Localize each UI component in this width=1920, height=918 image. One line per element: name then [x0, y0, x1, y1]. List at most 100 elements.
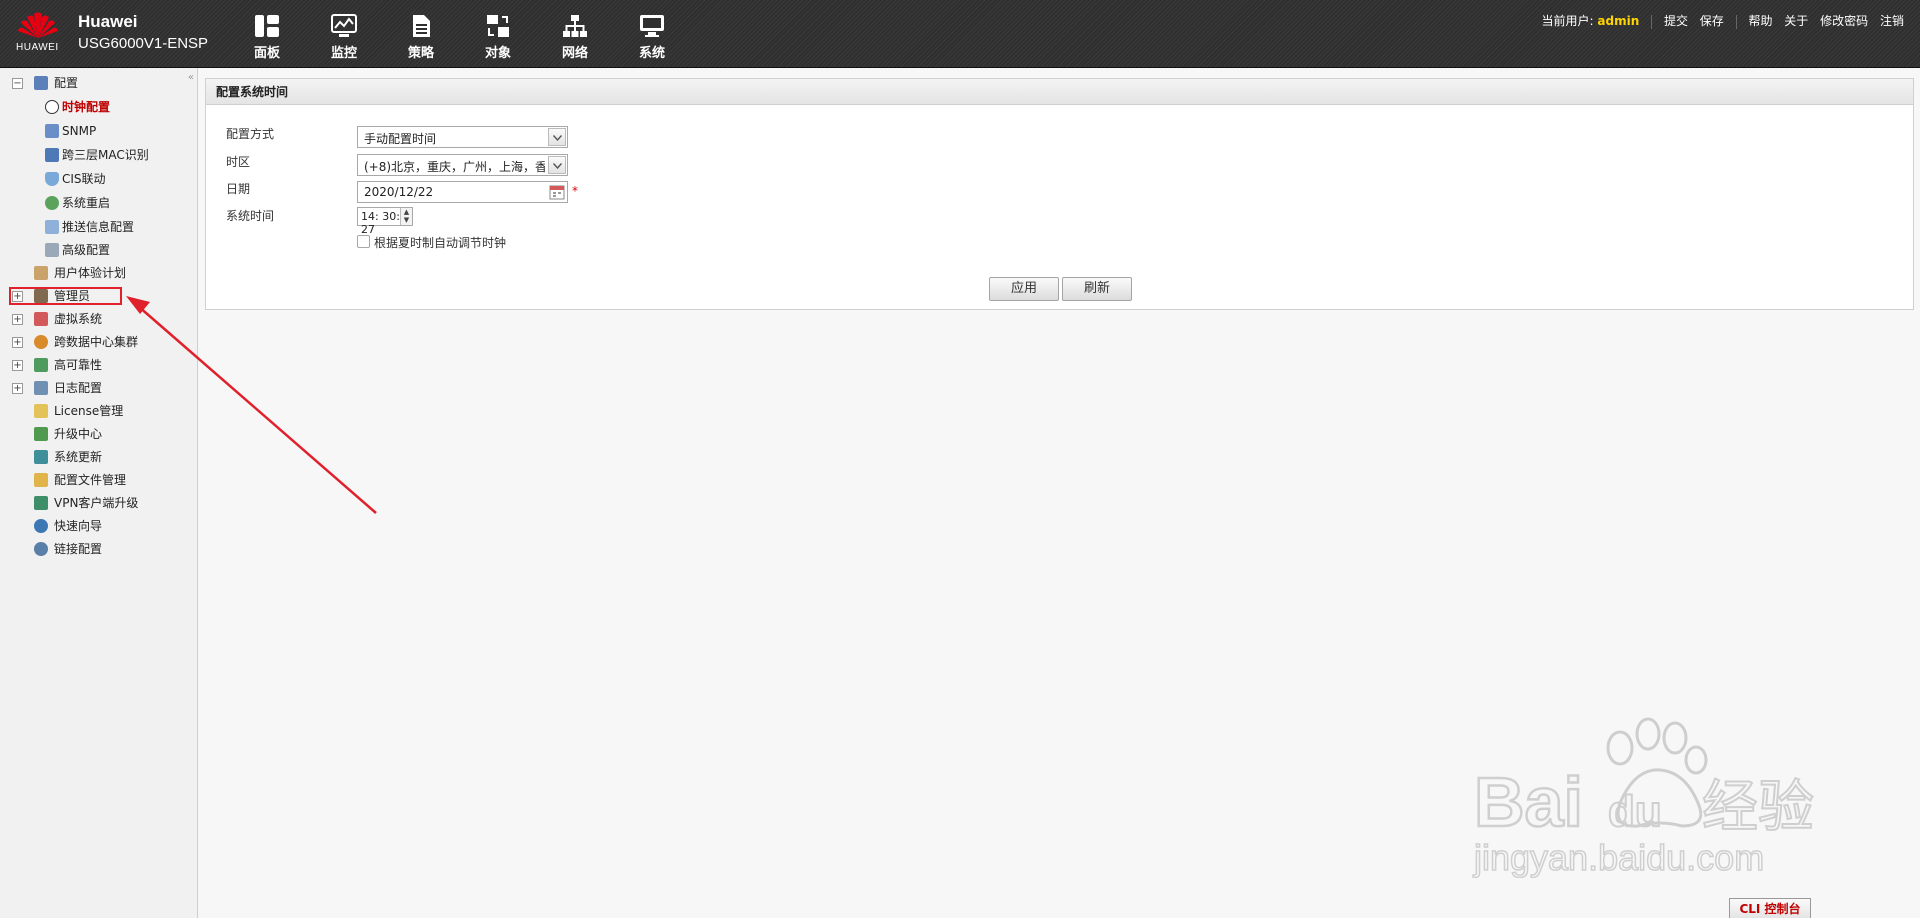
help-link[interactable]: 帮助 [1748, 14, 1772, 28]
system-time-panel: 配置系统时间 配置方式 手动配置时间 时区 (+8)北京，重庆，广州，上海，香港… [205, 78, 1914, 310]
spin-up-icon[interactable]: ▲ [401, 208, 412, 216]
tree-item-clock-config[interactable]: 时钟配置 [0, 97, 198, 117]
required-indicator: * [572, 184, 578, 198]
expand-toggle-icon[interactable]: + [12, 314, 23, 325]
tree-item-cis[interactable]: CIS联动 [0, 169, 198, 189]
dst-auto-adjust-checkbox[interactable] [357, 235, 370, 248]
tree-item-config[interactable]: − 配置 [0, 73, 198, 93]
tree-item-label: 日志配置 [54, 381, 103, 395]
tree-item-system-update[interactable]: 系统更新 [0, 447, 198, 467]
expand-toggle-icon[interactable]: + [12, 337, 23, 348]
dashboard-icon [255, 15, 279, 37]
spin-down-icon[interactable]: ▼ [401, 216, 412, 224]
tree-item-label: 升级中心 [54, 427, 103, 441]
license-icon [34, 404, 48, 418]
tree-item-label: VPN客户端升级 [54, 496, 139, 510]
tree-item-push-message[interactable]: 推送信息配置 [0, 217, 198, 237]
nav-network[interactable]: 网络 [545, 14, 605, 61]
tree-item-virtual-system[interactable]: + 虚拟系统 [0, 309, 198, 329]
tree-item-link-config[interactable]: 链接配置 [0, 539, 198, 559]
advanced-config-icon [45, 243, 59, 257]
tree-item-label: 配置 [54, 76, 79, 90]
tree-item-restart[interactable]: 系统重启 [0, 193, 198, 213]
tree-item-cluster[interactable]: + 跨数据中心集群 [0, 332, 198, 352]
mac-identify-icon [45, 148, 59, 162]
tree-item-label: 时钟配置 [62, 100, 111, 114]
tree-item-config-file[interactable]: 配置文件管理 [0, 470, 198, 490]
nav-policy[interactable]: 策略 [391, 14, 451, 61]
nav-label: 监控 [330, 46, 357, 61]
tree-item-upgrade-center[interactable]: 升级中心 [0, 424, 198, 444]
object-icon [487, 15, 509, 37]
chevron-down-icon[interactable] [548, 128, 566, 146]
annotation-highlight-box [9, 287, 122, 305]
tree-item-log-config[interactable]: + 日志配置 [0, 378, 198, 398]
calendar-icon[interactable] [548, 183, 566, 201]
tree-item-high-availability[interactable]: + 高可靠性 [0, 355, 198, 375]
nav-label: 面板 [253, 46, 280, 61]
nav-dashboard[interactable]: 面板 [237, 14, 297, 61]
date-input[interactable]: 2020/12/22 [357, 181, 568, 203]
chevron-down-icon[interactable] [548, 156, 566, 174]
high-availability-icon [34, 358, 48, 372]
timezone-value: (+8)北京，重庆，广州，上海，香港 [364, 160, 545, 174]
tree-item-vpn-client[interactable]: VPN客户端升级 [0, 493, 198, 513]
vpn-client-icon [34, 496, 48, 510]
tree-item-label: 系统重启 [62, 196, 111, 210]
current-user-label: 当前用户: [1541, 14, 1594, 28]
network-topology-icon [563, 15, 587, 37]
logout-link[interactable]: 注销 [1880, 14, 1904, 28]
system-time-input[interactable]: 14: 30: 27 ▲ ▼ [357, 207, 413, 236]
upgrade-center-icon [34, 427, 48, 441]
tree-item-label: 系统更新 [54, 450, 103, 464]
expand-toggle-icon[interactable]: + [12, 360, 23, 371]
tree-item-label: License管理 [54, 404, 124, 418]
about-link[interactable]: 关于 [1784, 14, 1808, 28]
tree-item-user-experience[interactable]: 用户体验计划 [0, 263, 198, 283]
policy-document-icon [413, 15, 430, 37]
toolbar-divider [1651, 14, 1653, 29]
collapse-toggle-icon[interactable]: − [12, 78, 23, 89]
tree-item-label: CIS联动 [62, 172, 106, 186]
snmp-icon [45, 124, 59, 138]
change-password-link[interactable]: 修改密码 [1820, 14, 1868, 28]
main-content: 配置系统时间 配置方式 手动配置时间 时区 (+8)北京，重庆，广州，上海，香港… [199, 68, 1920, 918]
panel-title: 配置系统时间 [206, 79, 1913, 105]
tree-item-mac-identify[interactable]: 跨三层MAC识别 [0, 145, 198, 165]
nav-object[interactable]: 对象 [468, 14, 528, 61]
nav-system[interactable]: 系统 [622, 14, 682, 61]
tree-item-label: 用户体验计划 [54, 266, 127, 280]
tree-item-label: 虚拟系统 [54, 312, 103, 326]
nav-label: 策略 [407, 46, 434, 61]
tree-item-license[interactable]: License管理 [0, 401, 198, 421]
save-link[interactable]: 保存 [1700, 14, 1724, 28]
submit-link[interactable]: 提交 [1664, 14, 1688, 28]
clock-icon [45, 100, 59, 114]
nav-monitor[interactable]: 监控 [314, 14, 374, 61]
tree-item-label: 高级配置 [62, 243, 111, 257]
refresh-button[interactable]: 刷新 [1062, 277, 1132, 301]
nav-label: 系统 [638, 46, 665, 61]
user-experience-icon [34, 266, 48, 280]
tree-item-snmp[interactable]: SNMP [0, 121, 198, 141]
monitor-chart-icon [331, 14, 357, 37]
timezone-label: 时区 [226, 155, 251, 169]
config-mode-select[interactable]: 手动配置时间 [357, 126, 568, 148]
current-username: admin [1597, 14, 1640, 28]
expand-toggle-icon[interactable]: + [12, 383, 23, 394]
cli-console-button[interactable]: CLI 控制台 [1729, 898, 1811, 918]
timezone-select[interactable]: (+8)北京，重庆，广州，上海，香港 [357, 154, 568, 176]
navigation-sidebar: « − 配置 时钟配置 SNMP 跨三层MAC识别 CIS联动 系统重启 推送信… [0, 68, 198, 918]
dst-auto-adjust-label: 根据夏时制自动调节时钟 [374, 236, 507, 250]
top-header: HUAWEI Huawei USG6000V1-ENSP 面板 监控 策略 对象… [0, 0, 1920, 68]
quick-wizard-icon [34, 519, 48, 533]
system-time-label: 系统时间 [226, 209, 275, 223]
time-spinner[interactable]: ▲ ▼ [400, 208, 412, 225]
apply-button[interactable]: 应用 [989, 277, 1059, 301]
tree-item-label: SNMP [62, 124, 97, 138]
toolbar-divider [1735, 14, 1737, 29]
tree-item-quick-wizard[interactable]: 快速向导 [0, 516, 198, 536]
tree-item-advanced-config[interactable]: 高级配置 [0, 240, 198, 260]
config-mode-label: 配置方式 [226, 127, 275, 141]
date-label: 日期 [226, 182, 251, 196]
